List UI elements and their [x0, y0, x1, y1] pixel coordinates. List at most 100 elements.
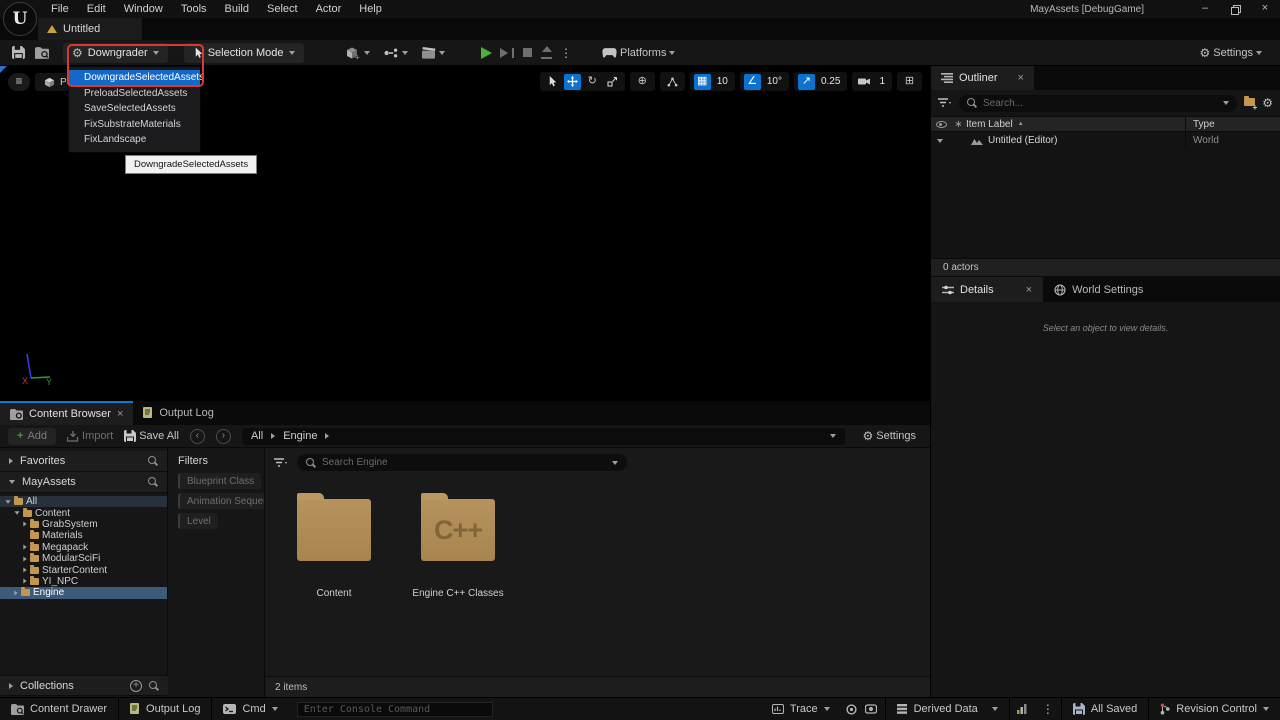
world-space-button[interactable]: ⊕: [634, 74, 651, 90]
tab-output-log[interactable]: Output Log: [133, 401, 223, 425]
path-dropdown-icon[interactable]: [830, 434, 836, 438]
menu-file[interactable]: File: [42, 0, 78, 18]
console-command-box[interactable]: [297, 702, 493, 717]
frame-skip-button[interactable]: [500, 48, 515, 58]
play-options-button[interactable]: ⋮: [560, 47, 572, 59]
menu-item-downgrade-selected-assets[interactable]: DowngradeSelectedAssets: [69, 70, 200, 86]
revision-control-button[interactable]: Revision Control: [1149, 698, 1280, 720]
rotate-tool-button[interactable]: ↻: [584, 74, 601, 90]
scale-snap-button[interactable]: ↗: [798, 74, 815, 90]
back-button[interactable]: ‹: [190, 429, 205, 444]
menu-tools[interactable]: Tools: [172, 0, 216, 18]
tab-outliner[interactable]: Outliner ×: [931, 66, 1034, 90]
menu-build[interactable]: Build: [216, 0, 258, 18]
close-button[interactable]: ×: [1250, 0, 1280, 18]
grid-snap-value[interactable]: 10: [714, 76, 731, 87]
menu-actor[interactable]: Actor: [307, 0, 351, 18]
viewport-options-button[interactable]: ≡: [8, 73, 30, 91]
breadcrumb-all[interactable]: All: [251, 430, 263, 442]
cmd-button[interactable]: Cmd: [212, 698, 288, 720]
close-icon[interactable]: ×: [1018, 72, 1024, 84]
blueprints-button[interactable]: [384, 48, 408, 58]
screenshot-button[interactable]: [862, 698, 885, 720]
outliner-settings-button[interactable]: ⚙: [1262, 97, 1273, 109]
tree-item-megapack[interactable]: Megapack: [0, 542, 167, 553]
output-log-button[interactable]: Output Log: [119, 698, 211, 720]
visibility-column-header[interactable]: [931, 121, 951, 128]
favorites-header[interactable]: Favorites: [0, 451, 167, 472]
filter-animation-sequence[interactable]: Animation Sequence: [178, 493, 265, 509]
collections-header[interactable]: Collections +: [0, 675, 168, 696]
menu-help[interactable]: Help: [350, 0, 391, 18]
browse-content-button[interactable]: [35, 47, 49, 59]
breadcrumb-engine[interactable]: Engine: [283, 430, 317, 442]
search-icon[interactable]: [148, 456, 158, 466]
folder-tile-content[interactable]: Content: [284, 492, 384, 599]
rotation-snap-button[interactable]: ∠: [744, 74, 761, 90]
outliner-search-input[interactable]: [983, 98, 1217, 109]
forward-button[interactable]: ›: [216, 429, 231, 444]
tab-world-settings[interactable]: World Settings: [1043, 277, 1154, 302]
platforms-button[interactable]: Platforms: [602, 47, 675, 59]
tree-item-modularscifi[interactable]: ModularSciFi: [0, 553, 167, 564]
chevron-down-icon[interactable]: [1223, 101, 1229, 105]
scale-snap-value[interactable]: 0.25: [818, 76, 843, 87]
menu-item-save-selected-assets[interactable]: SaveSelectedAssets: [69, 101, 200, 117]
trace-button[interactable]: Trace: [761, 698, 841, 720]
add-actor-button[interactable]: +: [346, 46, 370, 60]
tab-untitled[interactable]: Untitled: [38, 18, 142, 40]
grid-snap-button[interactable]: ▦: [694, 74, 711, 90]
rotation-snap-value[interactable]: 10°: [764, 76, 785, 87]
tree-item-content[interactable]: Content: [0, 507, 167, 518]
eject-button[interactable]: [541, 46, 552, 59]
tree-item-yi-npc[interactable]: YI_NPC: [0, 576, 167, 587]
cinematics-button[interactable]: [422, 47, 445, 59]
selection-mode-button[interactable]: Selection Mode: [184, 43, 304, 63]
menu-select[interactable]: Select: [258, 0, 307, 18]
filter-level[interactable]: Level: [178, 513, 218, 529]
all-saved-button[interactable]: All Saved: [1062, 698, 1148, 720]
filter-icon[interactable]: [938, 98, 952, 108]
tree-item-all[interactable]: All: [0, 496, 167, 507]
add-collection-button[interactable]: +: [130, 680, 142, 692]
folder-tile-engine-cpp[interactable]: C++ Engine C++ Classes: [408, 492, 508, 599]
camera-speed-button[interactable]: [856, 74, 873, 90]
console-command-input[interactable]: [304, 704, 486, 715]
select-tool-button[interactable]: [544, 74, 561, 90]
unreal-logo-icon[interactable]: U: [3, 2, 37, 36]
tree-item-engine[interactable]: Engine: [0, 587, 167, 598]
insights-session-button[interactable]: [841, 698, 862, 720]
pin-column-header[interactable]: ∗: [951, 119, 966, 130]
menu-item-fix-landscape[interactable]: FixLandscape: [69, 132, 200, 148]
save-all-button[interactable]: Save All: [124, 430, 179, 442]
menu-edit[interactable]: Edit: [78, 0, 115, 18]
menu-item-preload-selected-assets[interactable]: PreloadSelectedAssets: [69, 86, 200, 102]
expand-icon[interactable]: [937, 139, 943, 143]
scale-tool-button[interactable]: [604, 74, 621, 90]
minimize-button[interactable]: –: [1190, 0, 1220, 18]
menu-window[interactable]: Window: [115, 0, 172, 18]
play-button[interactable]: [481, 47, 492, 59]
close-icon[interactable]: ×: [1026, 284, 1032, 296]
derived-data-button[interactable]: Derived Data: [886, 698, 1009, 720]
type-column-header[interactable]: Type: [1185, 117, 1280, 131]
maximize-viewport-button[interactable]: ⊞: [901, 74, 918, 90]
memory-usage-button[interactable]: [1010, 698, 1035, 720]
filter-blueprint-class[interactable]: Blueprint Class: [178, 473, 261, 489]
tab-content-browser[interactable]: Content Browser ×: [0, 401, 133, 425]
close-icon[interactable]: ×: [117, 408, 123, 420]
search-icon[interactable]: [149, 681, 159, 691]
asset-search-box[interactable]: [297, 454, 627, 471]
surface-snap-button[interactable]: [664, 74, 681, 90]
outliner-row-untitled[interactable]: Untitled (Editor) World: [931, 132, 1280, 149]
camera-speed-value[interactable]: 1: [876, 76, 888, 87]
tree-item-startercontent[interactable]: StarterContent: [0, 564, 167, 575]
content-browser-settings-button[interactable]: ⚙ Settings: [862, 430, 916, 442]
chevron-down-icon[interactable]: [612, 461, 618, 465]
import-button[interactable]: Import: [67, 430, 113, 442]
toolbar-settings-button[interactable]: ⚙ Settings: [1199, 47, 1262, 59]
tab-details[interactable]: Details ×: [931, 277, 1043, 302]
restore-button[interactable]: [1220, 0, 1250, 18]
status-options-button[interactable]: ⋮: [1035, 698, 1061, 720]
content-drawer-button[interactable]: Content Drawer: [0, 698, 118, 720]
